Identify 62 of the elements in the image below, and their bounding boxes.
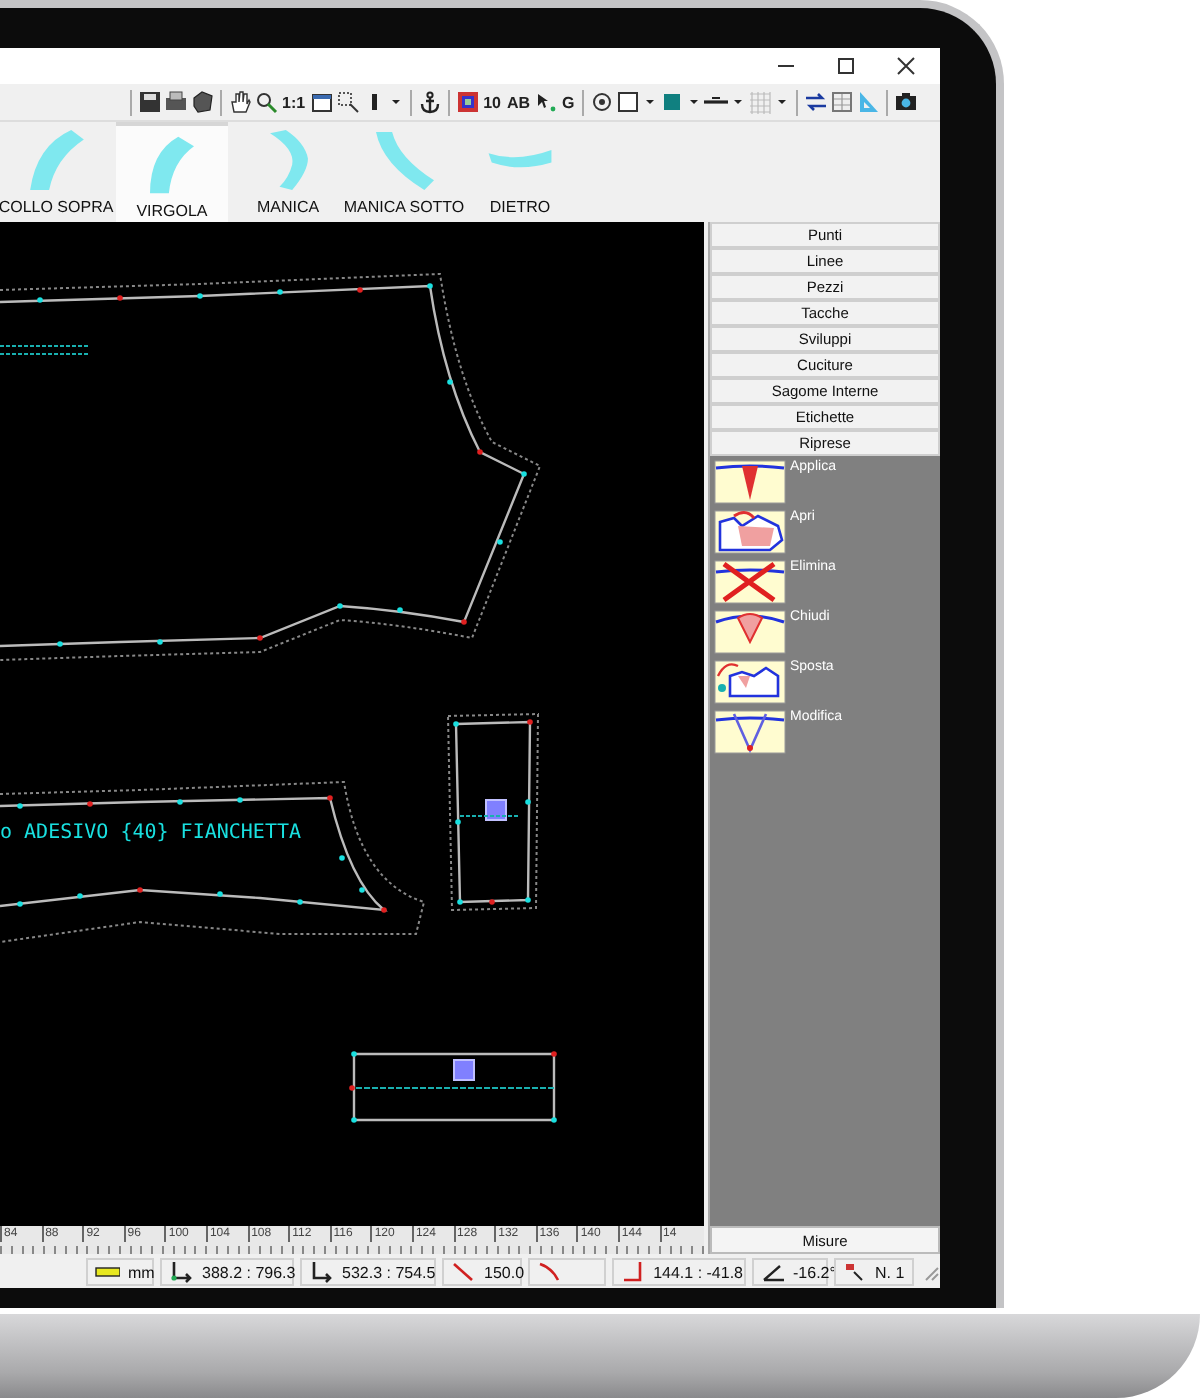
target-icon[interactable] xyxy=(590,90,615,114)
end-status-icon xyxy=(308,1260,334,1284)
piece-label: COLLO SOPRA xyxy=(0,198,114,216)
close-icon[interactable] xyxy=(896,56,916,76)
printer-icon[interactable] xyxy=(164,90,188,114)
toolbar-button[interactable]: AB xyxy=(504,89,533,115)
table-icon[interactable] xyxy=(830,90,855,114)
frame-icon[interactable] xyxy=(455,90,480,114)
pattern-piece-tab[interactable]: VIRGOLA xyxy=(116,122,228,222)
save-icon[interactable] xyxy=(138,90,162,114)
piece-label: MANICA SOTTO xyxy=(343,198,465,216)
toolbar-button[interactable]: G xyxy=(560,89,577,115)
dart-tool-icon[interactable] xyxy=(714,610,786,654)
pattern-piece-icon xyxy=(29,130,83,190)
camera-icon[interactable] xyxy=(894,90,919,114)
piece-label: MANICA xyxy=(256,198,320,216)
cursor-icon[interactable] xyxy=(534,90,559,114)
dart-tool-icon[interactable] xyxy=(714,710,786,754)
piece-label: DIETRO xyxy=(489,198,551,216)
window-icon[interactable] xyxy=(309,90,334,114)
toolbar-button[interactable]: 1:1 xyxy=(280,89,308,115)
status-value: mm xyxy=(128,1263,155,1281)
pattern-piece-tab[interactable]: MANICA xyxy=(232,122,344,222)
dart-tool-icon[interactable] xyxy=(714,460,786,504)
length-status-icon xyxy=(450,1260,476,1284)
pattern-piece-icon xyxy=(488,149,552,171)
anchor-icon[interactable] xyxy=(417,90,442,114)
selection-icon[interactable] xyxy=(335,90,360,114)
pattern-piece-tab[interactable]: MANICA SOTTO xyxy=(348,122,460,222)
pattern-piece-tab[interactable]: COLLO SOPRA xyxy=(0,122,112,222)
status-value: -16.2° xyxy=(793,1263,836,1281)
square-icon[interactable] xyxy=(616,90,641,114)
curve-status-icon xyxy=(536,1260,562,1284)
pattern-piece-drawing[interactable] xyxy=(349,1051,557,1123)
dart-tool-icon[interactable] xyxy=(714,560,786,604)
resize-grip-icon[interactable] xyxy=(920,1262,940,1282)
pattern-piece-drawing[interactable] xyxy=(446,712,539,912)
drawing-canvas[interactable]: o ADESIVO {40} FIANCHETTA xyxy=(0,222,704,1226)
hand-icon[interactable] xyxy=(228,90,252,114)
piece-label: VIRGOLA xyxy=(136,202,208,220)
pattern-piece-icon xyxy=(150,135,194,193)
search-icon[interactable] xyxy=(254,90,278,114)
pattern-piece-icon xyxy=(269,130,307,190)
dart-tool-icon[interactable] xyxy=(714,660,786,704)
fill-color-icon[interactable] xyxy=(660,90,685,114)
piece-status-icon xyxy=(841,1260,867,1284)
offset-status-icon xyxy=(619,1260,646,1284)
canvas-label: o ADESIVO {40} FIANCHETTA xyxy=(0,822,302,844)
start-status-icon xyxy=(168,1260,194,1284)
maximize-icon[interactable] xyxy=(836,56,856,76)
status-value: 144.1 : -41.8 xyxy=(653,1263,743,1281)
pattern-piece-icon xyxy=(375,131,433,189)
toolbar-button[interactable]: 10 xyxy=(481,89,503,115)
status-value: 388.2 : 796.3 xyxy=(202,1263,296,1281)
pattern-piece-drawing[interactable] xyxy=(0,781,425,943)
pattern-piece-tab[interactable]: DIETRO xyxy=(464,122,576,222)
angle-status-icon xyxy=(759,1260,785,1284)
swap-arrows-icon[interactable] xyxy=(804,90,829,114)
status-value: N. 1 xyxy=(875,1263,905,1281)
dart-tool-icon[interactable] xyxy=(714,510,786,554)
status-value: 532.3 : 754.5 xyxy=(342,1263,436,1281)
status-value: 150.0 xyxy=(484,1263,525,1281)
